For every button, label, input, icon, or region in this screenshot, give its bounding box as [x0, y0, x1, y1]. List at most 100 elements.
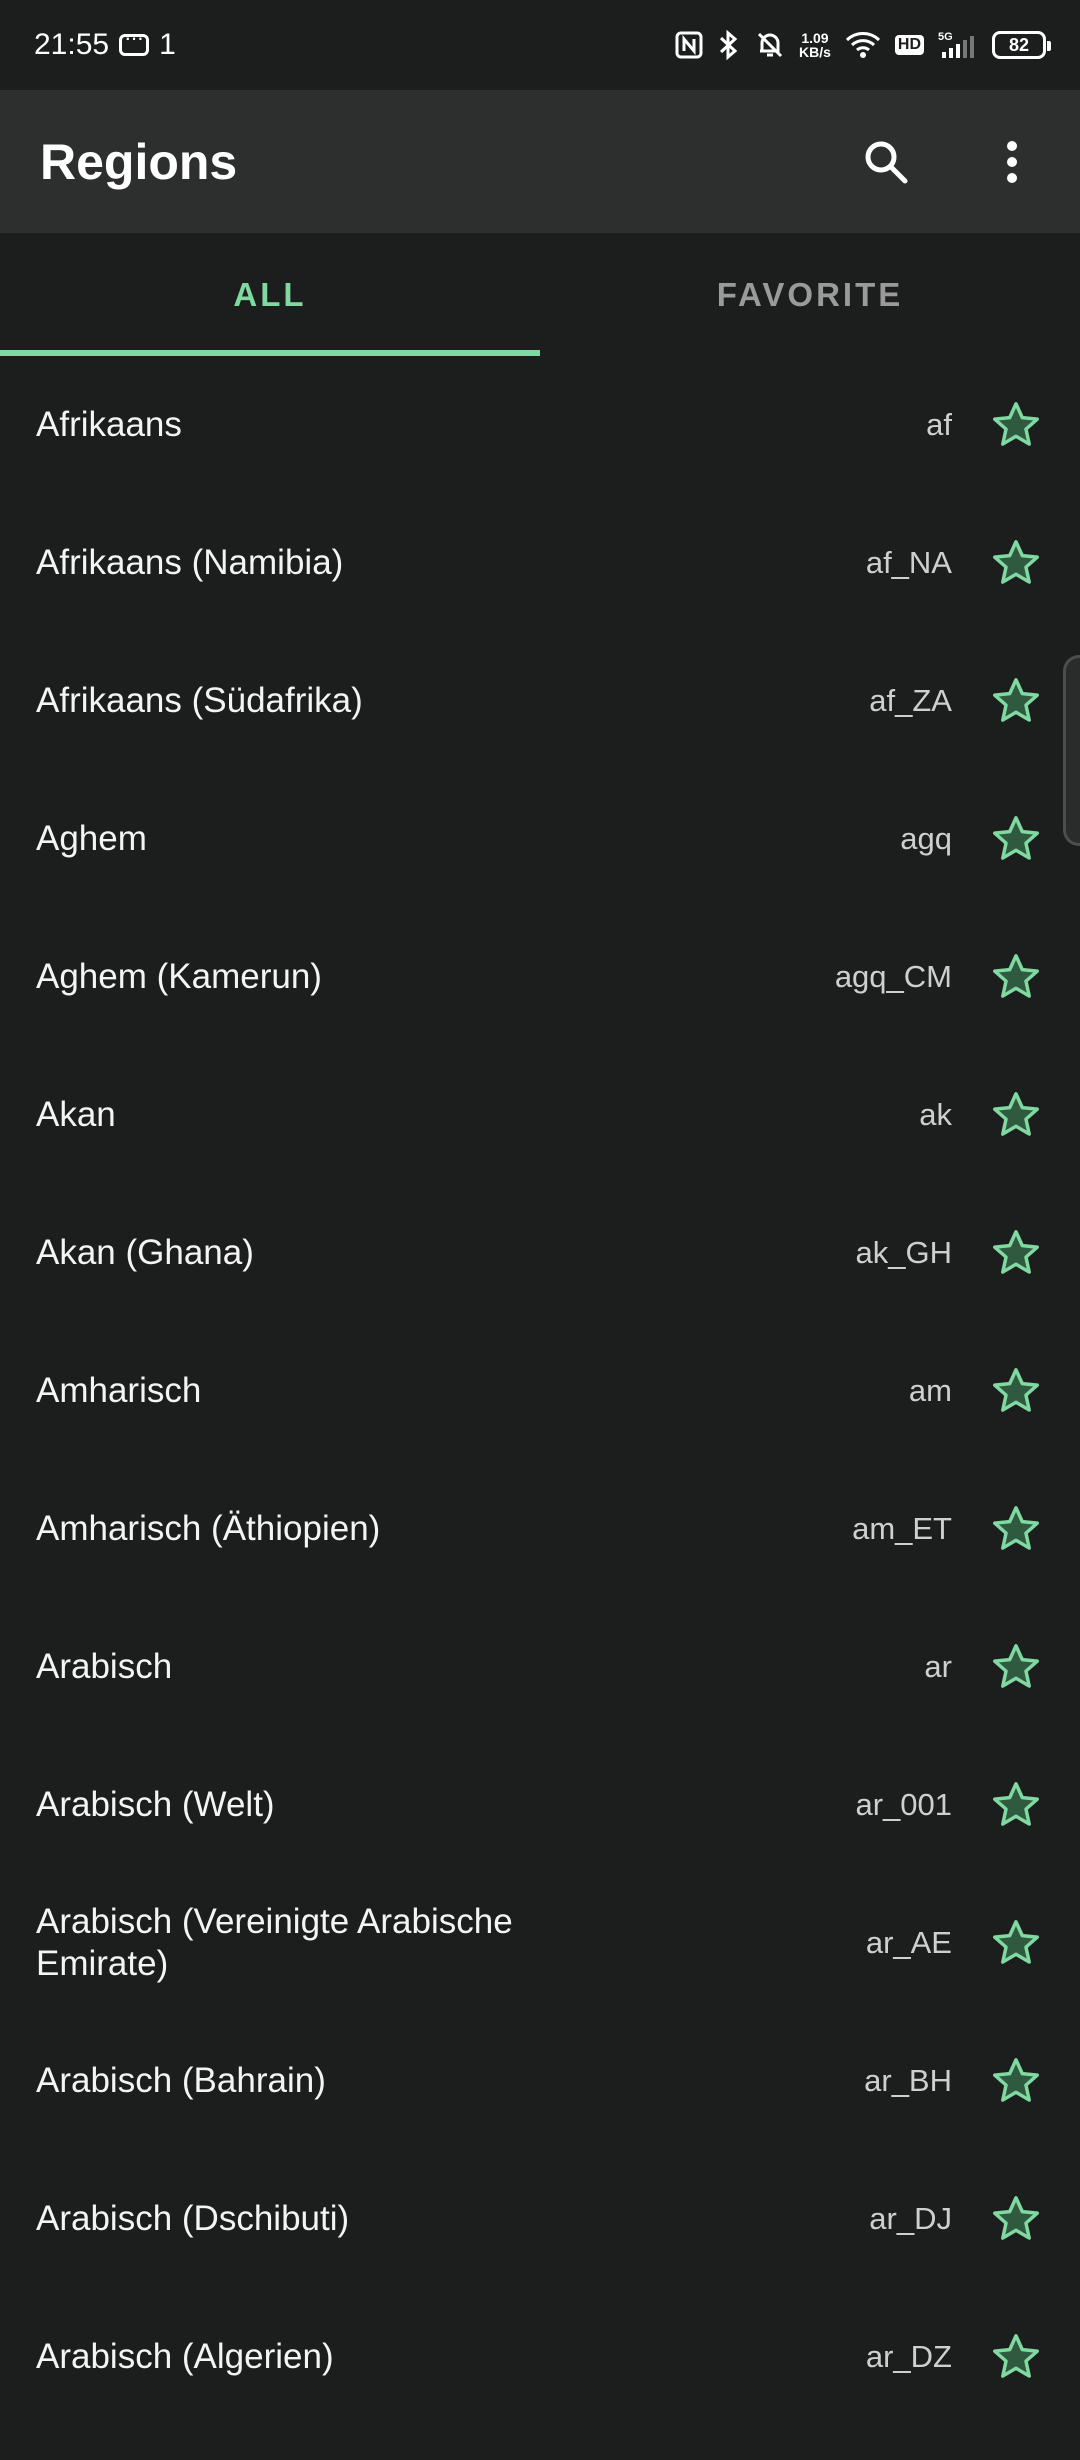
region-code: ak_GH: [855, 1235, 952, 1270]
message-notification-icon: [119, 25, 150, 56]
region-code: agq: [900, 821, 952, 856]
list-item[interactable]: Arabisch (Vereinigte Arabische Emirate) a…: [0, 1874, 1080, 2012]
star-icon: [993, 816, 1039, 860]
list-item[interactable]: Akan ak: [0, 1046, 1080, 1184]
favorite-toggle[interactable]: [988, 397, 1044, 453]
star-icon: [993, 1782, 1039, 1826]
svg-text:5G: 5G: [938, 31, 953, 43]
region-code: ar_DJ: [869, 2201, 952, 2236]
list-item[interactable]: Aghem agq: [0, 770, 1080, 908]
bell-muted-icon: [755, 30, 785, 60]
region-name: Arabisch (Vereinigte Arabische Emirate): [36, 1902, 513, 1983]
star-icon: [993, 1368, 1039, 1412]
favorite-toggle[interactable]: [988, 1087, 1044, 1143]
star-icon: [993, 2334, 1039, 2378]
favorite-toggle[interactable]: [988, 1225, 1044, 1281]
region-name: Arabisch (Algerien): [36, 2337, 334, 2376]
more-options-button[interactable]: [984, 134, 1040, 190]
star-icon: [993, 1644, 1039, 1688]
list-item[interactable]: Arabisch ar: [0, 1598, 1080, 1736]
clock: 21:55: [34, 28, 110, 61]
search-icon: [865, 141, 908, 183]
region-code: ar: [924, 1649, 952, 1684]
tab-all[interactable]: ALL: [0, 233, 540, 356]
tab-bar: ALL FAVORITE: [0, 233, 1080, 356]
favorite-toggle[interactable]: [988, 2329, 1044, 2385]
tab-favorite[interactable]: FAVORITE: [540, 233, 1080, 356]
list-item[interactable]: Arabisch (Algerien) ar_DZ: [0, 2288, 1080, 2426]
region-name: Afrikaans (Südafrika): [36, 681, 363, 720]
region-name: Akan (Ghana): [36, 1233, 254, 1272]
app-bar: Regions: [0, 90, 1080, 233]
battery-icon: 82: [992, 31, 1051, 59]
region-name: Arabisch (Welt): [36, 1785, 275, 1824]
region-name: Amharisch (Äthiopien): [36, 1509, 381, 1548]
star-icon: [993, 540, 1039, 584]
region-name: Afrikaans (Namibia): [36, 543, 344, 582]
region-name: Aghem (Kamerun): [36, 957, 322, 996]
favorite-toggle[interactable]: [988, 673, 1044, 729]
wifi-icon: [845, 31, 881, 59]
favorite-toggle[interactable]: [988, 2191, 1044, 2247]
star-icon: [993, 1230, 1039, 1274]
scrollbar-handle[interactable]: [1063, 655, 1080, 846]
list-item[interactable]: Amharisch (Äthiopien) am_ET: [0, 1460, 1080, 1598]
list-item[interactable]: Afrikaans (Südafrika) af_ZA: [0, 632, 1080, 770]
region-name: Afrikaans: [36, 405, 182, 444]
signal-icon: 5G: [938, 30, 978, 60]
region-code: ar_BH: [864, 2063, 952, 2098]
region-code: am: [908, 1373, 952, 1408]
list-item[interactable]: Akan (Ghana) ak_GH: [0, 1184, 1080, 1322]
battery-level: 82: [1008, 34, 1030, 55]
region-list: Afrikaans af Afrikaans (Namibia) af_NA Afrik…: [0, 356, 1080, 2426]
favorite-toggle[interactable]: [988, 535, 1044, 591]
status-bar: 21:55 1 1.09 KB/s HD 5G: [0, 0, 1080, 90]
region-code: af: [926, 407, 952, 442]
region-name: Arabisch (Bahrain): [36, 2061, 326, 2100]
star-icon: [993, 1506, 1039, 1550]
list-item[interactable]: Arabisch (Bahrain) ar_BH: [0, 2012, 1080, 2150]
favorite-toggle[interactable]: [988, 1363, 1044, 1419]
star-icon: [993, 2058, 1039, 2102]
network-speed: 1.09 KB/s: [798, 30, 831, 60]
favorite-toggle[interactable]: [988, 1501, 1044, 1557]
nfc-icon: [675, 31, 703, 59]
search-button[interactable]: [858, 134, 914, 190]
favorite-toggle[interactable]: [988, 1777, 1044, 1833]
region-code: ar_DZ: [865, 2339, 952, 2374]
list-item[interactable]: Amharisch am: [0, 1322, 1080, 1460]
region-code: af_NA: [865, 545, 952, 580]
list-item[interactable]: Afrikaans af: [0, 356, 1080, 494]
notification-count: 1: [159, 28, 176, 61]
page-title: Regions: [40, 133, 238, 190]
favorite-toggle[interactable]: [988, 811, 1044, 867]
region-name: Aghem: [36, 819, 147, 858]
region-code: am_ET: [852, 1511, 952, 1546]
star-icon: [993, 678, 1039, 722]
list-item[interactable]: Aghem (Kamerun) agq_CM: [0, 908, 1080, 1046]
region-name: Akan: [36, 1095, 116, 1134]
star-icon: [993, 1920, 1039, 1964]
star-icon: [993, 954, 1039, 998]
region-name: Arabisch (Dschibuti): [36, 2199, 350, 2238]
star-icon: [993, 2196, 1039, 2240]
bluetooth-icon: [717, 30, 741, 60]
region-code: ak: [919, 1097, 952, 1132]
more-vert-icon: [1007, 140, 1017, 183]
star-icon: [993, 1092, 1039, 1136]
hd-badge: HD: [894, 35, 924, 55]
list-item[interactable]: Arabisch (Welt) ar_001: [0, 1736, 1080, 1874]
favorite-toggle[interactable]: [988, 1639, 1044, 1695]
list-item[interactable]: Afrikaans (Namibia) af_NA: [0, 494, 1080, 632]
region-code: af_ZA: [869, 683, 952, 718]
region-name: Arabisch: [36, 1647, 173, 1686]
list-item[interactable]: Arabisch (Dschibuti) ar_DJ: [0, 2150, 1080, 2288]
favorite-toggle[interactable]: [988, 2053, 1044, 2109]
star-icon: [993, 402, 1039, 446]
region-code: agq_CM: [834, 959, 952, 994]
region-name: Amharisch: [36, 1371, 202, 1410]
favorite-toggle[interactable]: [988, 1915, 1044, 1971]
region-code: ar_AE: [865, 1925, 952, 1960]
favorite-toggle[interactable]: [988, 949, 1044, 1005]
region-code: ar_001: [855, 1787, 952, 1822]
